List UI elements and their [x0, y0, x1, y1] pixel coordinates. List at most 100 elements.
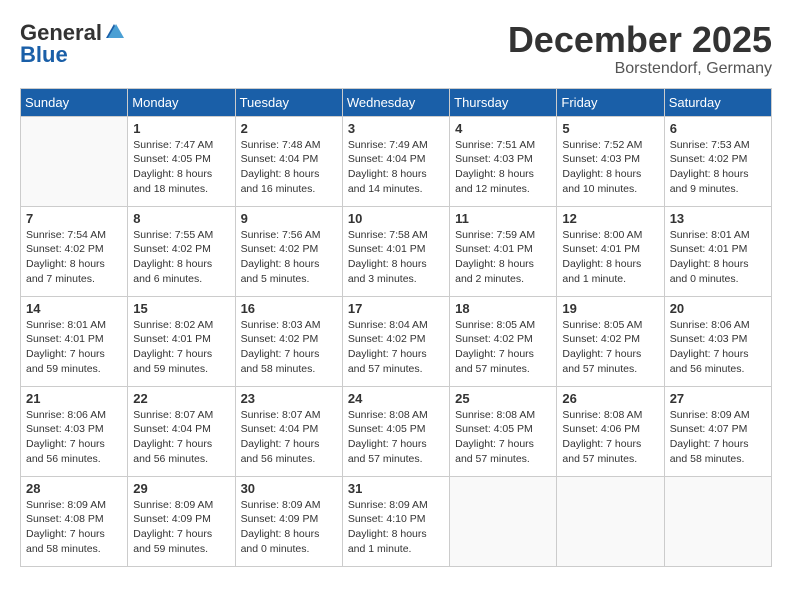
day-number: 14	[26, 301, 122, 316]
calendar-cell: 1Sunrise: 7:47 AM Sunset: 4:05 PM Daylig…	[128, 116, 235, 206]
calendar-cell: 11 Sunrise: 7:59 AM Sunset: 4:01 PM Dayli…	[450, 206, 557, 296]
calendar-cell: 25 Sunrise: 8:08 AM Sunset: 4:05 PM Dayli…	[450, 386, 557, 476]
day-info: Sunrise: 8:01 AM Sunset: 4:01 PM Dayligh…	[26, 318, 122, 377]
calendar-cell: 8 Sunrise: 7:55 AM Sunset: 4:02 PM Daylig…	[128, 206, 235, 296]
location: Borstendorf, Germany	[508, 60, 772, 78]
day-info: Sunrise: 8:07 AM Sunset: 4:04 PM Dayligh…	[133, 408, 229, 467]
day-number: 13	[670, 211, 766, 226]
day-number: 1	[133, 121, 229, 136]
calendar-cell: 19 Sunrise: 8:05 AM Sunset: 4:02 PM Dayli…	[557, 296, 664, 386]
calendar-cell: 31 Sunrise: 8:09 AM Sunset: 4:10 PM Dayli…	[342, 476, 449, 566]
day-info: Sunrise: 7:58 AM Sunset: 4:01 PM Dayligh…	[348, 228, 444, 287]
day-info: Sunrise: 7:51 AM Sunset: 4:03 PM Dayligh…	[455, 138, 551, 197]
day-info: Sunrise: 7:55 AM Sunset: 4:02 PM Dayligh…	[133, 228, 229, 287]
day-number: 17	[348, 301, 444, 316]
day-info: Sunrise: 7:56 AM Sunset: 4:02 PM Dayligh…	[241, 228, 337, 287]
day-number: 20	[670, 301, 766, 316]
day-number: 11	[455, 211, 551, 226]
logo-blue-text: Blue	[20, 42, 68, 68]
day-number: 5	[562, 121, 658, 136]
calendar-cell: 23 Sunrise: 8:07 AM Sunset: 4:04 PM Dayli…	[235, 386, 342, 476]
day-number: 6	[670, 121, 766, 136]
weekday-header-saturday: Saturday	[664, 88, 771, 116]
day-number: 26	[562, 391, 658, 406]
weekday-header-tuesday: Tuesday	[235, 88, 342, 116]
logo: General Blue	[20, 20, 124, 68]
day-number: 12	[562, 211, 658, 226]
weekday-header-monday: Monday	[128, 88, 235, 116]
day-number: 24	[348, 391, 444, 406]
calendar-cell	[450, 476, 557, 566]
day-number: 4	[455, 121, 551, 136]
day-number: 30	[241, 481, 337, 496]
day-info: Sunrise: 8:09 AM Sunset: 4:07 PM Dayligh…	[670, 408, 766, 467]
day-number: 8	[133, 211, 229, 226]
day-number: 9	[241, 211, 337, 226]
calendar-cell: 21Sunrise: 8:06 AM Sunset: 4:03 PM Dayli…	[21, 386, 128, 476]
day-number: 31	[348, 481, 444, 496]
day-info: Sunrise: 8:02 AM Sunset: 4:01 PM Dayligh…	[133, 318, 229, 377]
calendar-week-5: 28Sunrise: 8:09 AM Sunset: 4:08 PM Dayli…	[21, 476, 772, 566]
day-info: Sunrise: 8:01 AM Sunset: 4:01 PM Dayligh…	[670, 228, 766, 287]
day-info: Sunrise: 7:53 AM Sunset: 4:02 PM Dayligh…	[670, 138, 766, 197]
day-number: 2	[241, 121, 337, 136]
logo-icon	[104, 22, 124, 40]
day-info: Sunrise: 8:09 AM Sunset: 4:10 PM Dayligh…	[348, 498, 444, 557]
day-number: 22	[133, 391, 229, 406]
day-number: 25	[455, 391, 551, 406]
day-number: 23	[241, 391, 337, 406]
day-number: 27	[670, 391, 766, 406]
day-number: 29	[133, 481, 229, 496]
day-number: 10	[348, 211, 444, 226]
day-info: Sunrise: 8:06 AM Sunset: 4:03 PM Dayligh…	[670, 318, 766, 377]
calendar-cell: 20 Sunrise: 8:06 AM Sunset: 4:03 PM Dayli…	[664, 296, 771, 386]
day-info: Sunrise: 8:03 AM Sunset: 4:02 PM Dayligh…	[241, 318, 337, 377]
day-info: Sunrise: 7:49 AM Sunset: 4:04 PM Dayligh…	[348, 138, 444, 197]
day-number: 7	[26, 211, 122, 226]
calendar-cell: 14 Sunrise: 8:01 AM Sunset: 4:01 PM Dayli…	[21, 296, 128, 386]
day-info: Sunrise: 8:04 AM Sunset: 4:02 PM Dayligh…	[348, 318, 444, 377]
day-info: Sunrise: 8:05 AM Sunset: 4:02 PM Dayligh…	[455, 318, 551, 377]
calendar-cell: 4 Sunrise: 7:51 AM Sunset: 4:03 PM Daylig…	[450, 116, 557, 206]
calendar-cell: 12 Sunrise: 8:00 AM Sunset: 4:01 PM Dayli…	[557, 206, 664, 296]
calendar-cell	[557, 476, 664, 566]
calendar-cell: 17 Sunrise: 8:04 AM Sunset: 4:02 PM Dayli…	[342, 296, 449, 386]
day-number: 28	[26, 481, 122, 496]
day-info: Sunrise: 8:06 AM Sunset: 4:03 PM Dayligh…	[26, 408, 122, 467]
calendar-cell: 7 Sunrise: 7:54 AM Sunset: 4:02 PM Daylig…	[21, 206, 128, 296]
day-info: Sunrise: 8:05 AM Sunset: 4:02 PM Dayligh…	[562, 318, 658, 377]
day-number: 16	[241, 301, 337, 316]
calendar-cell: 5 Sunrise: 7:52 AM Sunset: 4:03 PM Daylig…	[557, 116, 664, 206]
day-info: Sunrise: 7:52 AM Sunset: 4:03 PM Dayligh…	[562, 138, 658, 197]
month-title: December 2025	[508, 20, 772, 60]
calendar-cell: 26 Sunrise: 8:08 AM Sunset: 4:06 PM Dayli…	[557, 386, 664, 476]
calendar-cell: 15 Sunrise: 8:02 AM Sunset: 4:01 PM Dayli…	[128, 296, 235, 386]
page-header: General Blue December 2025 Borstendorf, …	[20, 20, 772, 78]
day-info: Sunrise: 8:08 AM Sunset: 4:05 PM Dayligh…	[348, 408, 444, 467]
day-number: 15	[133, 301, 229, 316]
day-info: Sunrise: 8:09 AM Sunset: 4:09 PM Dayligh…	[133, 498, 229, 557]
calendar-week-3: 14 Sunrise: 8:01 AM Sunset: 4:01 PM Dayli…	[21, 296, 772, 386]
day-info: Sunrise: 8:08 AM Sunset: 4:06 PM Dayligh…	[562, 408, 658, 467]
day-info: Sunrise: 8:09 AM Sunset: 4:09 PM Dayligh…	[241, 498, 337, 557]
calendar-cell: 30 Sunrise: 8:09 AM Sunset: 4:09 PM Dayli…	[235, 476, 342, 566]
weekday-header-thursday: Thursday	[450, 88, 557, 116]
calendar-week-2: 7 Sunrise: 7:54 AM Sunset: 4:02 PM Daylig…	[21, 206, 772, 296]
day-info: Sunrise: 8:07 AM Sunset: 4:04 PM Dayligh…	[241, 408, 337, 467]
calendar-cell: 29 Sunrise: 8:09 AM Sunset: 4:09 PM Dayli…	[128, 476, 235, 566]
calendar-cell: 13 Sunrise: 8:01 AM Sunset: 4:01 PM Dayli…	[664, 206, 771, 296]
day-info: Sunrise: 8:08 AM Sunset: 4:05 PM Dayligh…	[455, 408, 551, 467]
day-info: Sunrise: 7:48 AM Sunset: 4:04 PM Dayligh…	[241, 138, 337, 197]
title-block: December 2025 Borstendorf, Germany	[508, 20, 772, 78]
calendar-cell: 22 Sunrise: 8:07 AM Sunset: 4:04 PM Dayli…	[128, 386, 235, 476]
calendar-week-1: 1Sunrise: 7:47 AM Sunset: 4:05 PM Daylig…	[21, 116, 772, 206]
day-number: 18	[455, 301, 551, 316]
day-number: 19	[562, 301, 658, 316]
day-info: Sunrise: 7:54 AM Sunset: 4:02 PM Dayligh…	[26, 228, 122, 287]
day-info: Sunrise: 7:59 AM Sunset: 4:01 PM Dayligh…	[455, 228, 551, 287]
calendar-table: SundayMondayTuesdayWednesdayThursdayFrid…	[20, 88, 772, 567]
calendar-cell: 6 Sunrise: 7:53 AM Sunset: 4:02 PM Daylig…	[664, 116, 771, 206]
calendar-cell: 2 Sunrise: 7:48 AM Sunset: 4:04 PM Daylig…	[235, 116, 342, 206]
calendar-cell	[664, 476, 771, 566]
day-info: Sunrise: 8:00 AM Sunset: 4:01 PM Dayligh…	[562, 228, 658, 287]
